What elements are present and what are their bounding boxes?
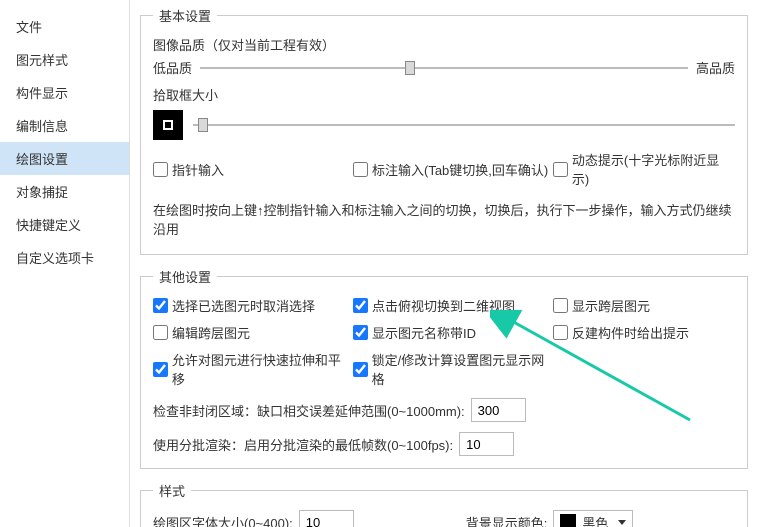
- lock-modify-grid-checkbox[interactable]: [353, 362, 368, 377]
- topview-2d-checkbox[interactable]: [353, 298, 368, 313]
- style-settings-group: 样式 绘图区字体大小(0~400): 背景显示颜色: 黑色: [140, 481, 748, 527]
- show-name-id-label: 显示图元名称带ID: [372, 323, 476, 342]
- edit-crosslayer-label: 编辑跨层图元: [172, 323, 250, 342]
- rebuild-prompt-label: 反建构件时给出提示: [572, 323, 689, 342]
- topview-2d-label: 点击俯视切换到二维视图: [372, 296, 515, 315]
- main-panel: 基本设置 图像品质（仅对当前工程有效） 低品质 高品质 拾取框大小: [130, 0, 758, 527]
- bg-color-label: 背景显示颜色:: [466, 513, 548, 527]
- batch-fps-label: 使用分批渲染：启用分批渲染的最低帧数(0~100fps):: [153, 435, 453, 454]
- high-quality-label: 高品质: [696, 58, 735, 77]
- show-crosslayer-checkbox[interactable]: [553, 298, 568, 313]
- pick-size-slider-thumb[interactable]: [198, 118, 208, 132]
- quality-label: 图像品质（仅对当前工程有效）: [153, 35, 735, 54]
- pointer-input-label: 指针输入: [172, 160, 224, 179]
- batch-fps-input[interactable]: [459, 432, 514, 456]
- dynamic-hint-checkbox[interactable]: [553, 162, 568, 177]
- sidebar: 文件 图元样式 构件显示 编制信息 绘图设置 对象捕捉 快捷键定义 自定义选项卡: [0, 0, 130, 527]
- sidebar-item-file[interactable]: 文件: [0, 10, 129, 43]
- other-legend: 其他设置: [153, 267, 217, 286]
- bg-color-swatch: [560, 514, 576, 527]
- style-legend: 样式: [153, 481, 191, 500]
- sidebar-item-shortcut[interactable]: 快捷键定义: [0, 208, 129, 241]
- pick-box-preview: [153, 110, 183, 140]
- deselect-on-select-checkbox[interactable]: [153, 298, 168, 313]
- sidebar-item-component-display[interactable]: 构件显示: [0, 76, 129, 109]
- deselect-on-select-label: 选择已选图元时取消选择: [172, 296, 315, 315]
- other-settings-group: 其他设置 选择已选图元时取消选择 点击俯视切换到二维视图 显示跨层图元 编辑跨层…: [140, 267, 748, 469]
- show-crosslayer-label: 显示跨层图元: [572, 296, 650, 315]
- edit-crosslayer-checkbox[interactable]: [153, 325, 168, 340]
- font-size-input[interactable]: [299, 510, 354, 527]
- quality-slider[interactable]: [200, 59, 688, 77]
- rebuild-prompt-checkbox[interactable]: [553, 325, 568, 340]
- lock-modify-grid-label: 锁定/修改计算设置图元显示网格: [372, 350, 553, 388]
- pointer-input-checkbox[interactable]: [153, 162, 168, 177]
- low-quality-label: 低品质: [153, 58, 192, 77]
- pick-size-slider[interactable]: [193, 116, 735, 134]
- annotation-input-checkbox[interactable]: [353, 162, 368, 177]
- basic-legend: 基本设置: [153, 6, 217, 25]
- annotation-input-label: 标注输入(Tab键切换,回车确认): [372, 160, 548, 179]
- show-name-id-checkbox[interactable]: [353, 325, 368, 340]
- gap-range-label: 检查非封闭区域：缺口相交误差延伸范围(0~1000mm):: [153, 401, 465, 420]
- fast-stretch-pan-label: 允许对图元进行快速拉伸和平移: [172, 350, 353, 388]
- sidebar-item-drawing-settings[interactable]: 绘图设置: [0, 142, 129, 175]
- pick-size-label: 拾取框大小: [153, 85, 735, 104]
- font-size-label: 绘图区字体大小(0~400):: [153, 513, 293, 527]
- dynamic-hint-label: 动态提示(十字光标附近显示): [572, 150, 735, 188]
- sidebar-item-elem-style[interactable]: 图元样式: [0, 43, 129, 76]
- basic-settings-group: 基本设置 图像品质（仅对当前工程有效） 低品质 高品质 拾取框大小: [140, 6, 748, 255]
- sidebar-item-compile-info[interactable]: 编制信息: [0, 109, 129, 142]
- input-switch-note: 在绘图时按向上键↑控制指针输入和标注输入之间的切换，切换后，执行下一步操作，输入…: [153, 200, 735, 238]
- sidebar-item-object-snap[interactable]: 对象捕捉: [0, 175, 129, 208]
- quality-slider-thumb[interactable]: [405, 61, 415, 75]
- gap-range-input[interactable]: [471, 398, 526, 422]
- sidebar-item-custom-tabs[interactable]: 自定义选项卡: [0, 241, 129, 274]
- fast-stretch-pan-checkbox[interactable]: [153, 362, 168, 377]
- bg-color-name: 黑色: [582, 513, 608, 527]
- bg-color-select[interactable]: 黑色: [553, 510, 633, 527]
- chevron-down-icon: [618, 520, 626, 525]
